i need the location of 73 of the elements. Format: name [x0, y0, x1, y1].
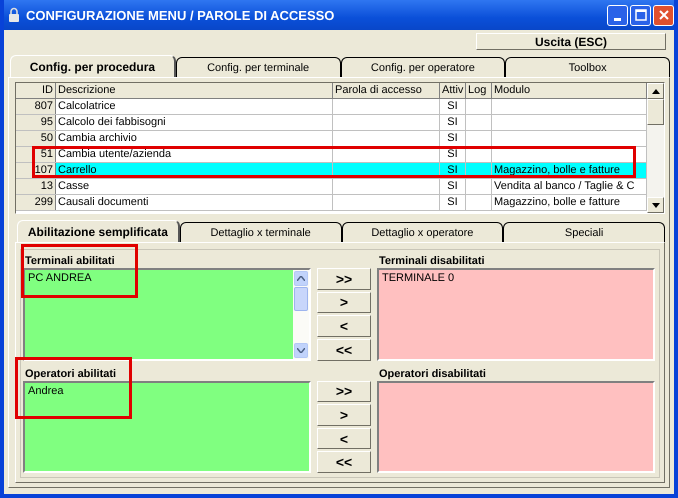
move-button[interactable]: >>: [317, 268, 371, 290]
table-cell: Casse: [58, 180, 90, 192]
table-cell: SI: [447, 116, 458, 128]
window-title: CONFIGURAZIONE MENU / PAROLE DI ACCESSO: [26, 8, 336, 22]
table-cell: 95: [40, 116, 53, 128]
maximize-button[interactable]: [630, 4, 651, 26]
table-row[interactable]: 299 Causali documenti SI Magazzino, bolle e fatture: [16, 195, 647, 211]
table-cell: SI: [447, 100, 458, 112]
move-button[interactable]: >: [317, 404, 371, 426]
tab[interactable]: Dettaglio x terminale: [180, 222, 342, 242]
table-cell: SI: [447, 132, 458, 144]
exit-button[interactable]: Uscita (ESC): [476, 33, 666, 50]
table-cell: Vendita al banco / Taglie & C: [494, 180, 634, 192]
move-button[interactable]: >>: [317, 380, 371, 402]
column-header[interactable]: Log: [466, 83, 492, 98]
list-item[interactable]: TERMINALE 0: [382, 272, 650, 285]
tab[interactable]: Config. per operatore: [340, 57, 506, 77]
scrollbar[interactable]: [647, 83, 664, 213]
table-cell: 50: [40, 132, 53, 144]
enabled-list[interactable]: PC ANDREA: [23, 268, 311, 360]
tab[interactable]: Config. per procedura: [10, 55, 176, 77]
list-label: Terminali abilitati: [25, 254, 116, 268]
column-header[interactable]: Descrizione: [56, 83, 333, 98]
table-cell: 13: [40, 180, 53, 192]
column-header[interactable]: Attiv: [440, 83, 466, 98]
table-cell: SI: [447, 196, 458, 208]
table-cell: 299: [34, 196, 53, 208]
minimize-icon: [614, 18, 621, 20]
tab[interactable]: Speciali: [503, 222, 665, 242]
table-cell: 107: [34, 164, 53, 176]
move-button[interactable]: <: [317, 428, 371, 450]
column-header[interactable]: Parola di accesso: [333, 83, 440, 98]
move-button[interactable]: <: [317, 315, 371, 337]
table-row[interactable]: 13 Casse SI Vendita al banco / Taglie & C: [16, 179, 647, 195]
tab[interactable]: Abilitazione semplificata: [17, 220, 180, 242]
enabled-list[interactable]: Andrea: [23, 380, 311, 473]
move-button[interactable]: <<: [317, 451, 371, 473]
padlock-icon: [8, 7, 20, 23]
minimize-button[interactable]: [607, 4, 628, 26]
list-item[interactable]: Andrea: [28, 384, 306, 398]
up-arrow-icon: [652, 88, 660, 94]
table-cell: Carrello: [58, 164, 97, 176]
tab[interactable]: Toolbox: [505, 57, 670, 77]
table-row[interactable]: 95 Calcolo dei fabbisogni SI: [16, 115, 647, 131]
table-cell: Calcolatrice: [58, 100, 116, 112]
table-cell: SI: [447, 164, 458, 176]
table-cell: Magazzino, bolle e fatture: [494, 196, 620, 208]
list-label: Terminali disabilitati: [379, 254, 486, 268]
tab[interactable]: Config. per terminale: [176, 57, 340, 77]
move-button[interactable]: <<: [317, 338, 371, 360]
maximize-icon: [634, 9, 646, 21]
scrollbar[interactable]: [293, 270, 309, 358]
close-button[interactable]: [653, 4, 674, 26]
tab[interactable]: Dettaglio x operatore: [342, 222, 504, 242]
table-cell: SI: [447, 148, 458, 160]
move-button[interactable]: >: [317, 292, 371, 314]
table-row[interactable]: 107 Carrello SI Magazzino, bolle e fatture: [16, 163, 647, 179]
list-item[interactable]: PC ANDREA: [28, 272, 290, 285]
table-row[interactable]: 50 Cambia archivio SI: [16, 131, 647, 147]
table-cell: Causali documenti: [58, 196, 148, 208]
table-row[interactable]: 807 Calcolatrice SI: [16, 99, 647, 115]
list-label: Operatori disabilitati: [379, 366, 487, 380]
table-cell: 51: [40, 148, 53, 160]
table-cell: Cambia archivio: [58, 132, 137, 144]
table-cell: SI: [447, 180, 458, 192]
table-cell: Cambia utente/azienda: [58, 148, 172, 160]
close-icon: [658, 9, 670, 21]
table-cell: Magazzino, bolle e fatture: [494, 164, 620, 176]
list-label: Operatori abilitati: [25, 366, 118, 380]
table-cell: 807: [34, 100, 53, 112]
table-cell: Calcolo dei fabbisogni: [58, 116, 166, 128]
down-arrow-icon: [652, 202, 660, 208]
scroll-thumb[interactable]: [294, 287, 308, 311]
